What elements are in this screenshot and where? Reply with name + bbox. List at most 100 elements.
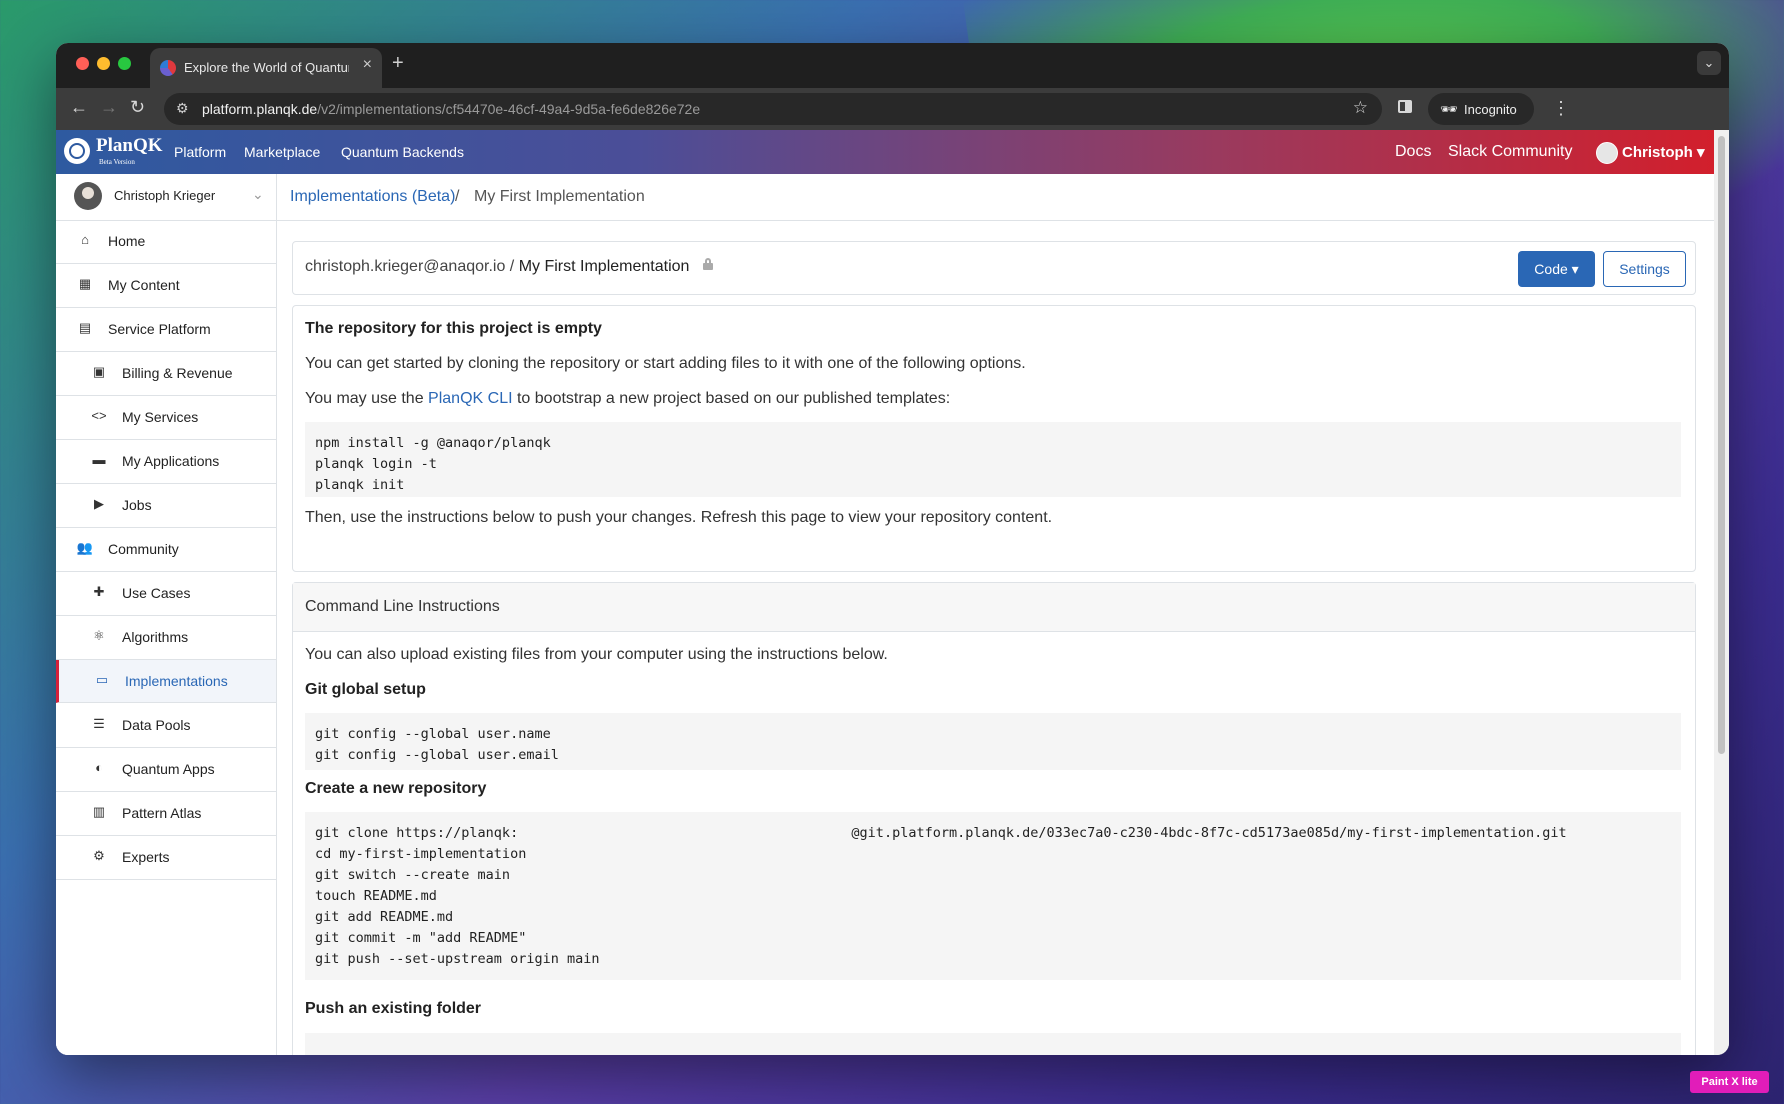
browser-menu-icon[interactable]: ⋮: [1552, 98, 1570, 119]
sidebar-item-my-content[interactable]: ▦ My Content: [56, 264, 276, 308]
sidebar-item-service-platform[interactable]: ▤ Service Platform: [56, 308, 276, 352]
breadcrumb-current: My First Implementation: [474, 188, 645, 205]
new-repo-code-block[interactable]: git clone https://planqk: @git.platform.…: [305, 812, 1681, 980]
sidebar-item-jobs[interactable]: ▶ Jobs: [56, 484, 276, 528]
nav-quantum-backends[interactable]: Quantum Backends: [341, 144, 464, 160]
window-minimize-button[interactable]: [97, 57, 110, 70]
dashboard-icon: ▦: [78, 276, 92, 291]
docs-link[interactable]: Docs: [1395, 143, 1431, 161]
sidebar-item-algorithms[interactable]: ⚛ Algorithms: [56, 616, 276, 660]
empty-repo-intro: You can get started by cloning the repos…: [305, 355, 1026, 372]
reload-icon[interactable]: ↻: [130, 97, 145, 118]
sidebar-item-label: Service Platform: [108, 321, 211, 337]
grid-icon: ▤: [78, 320, 92, 335]
logo-text[interactable]: PlanQK: [96, 135, 163, 157]
code-icon: <>: [91, 408, 107, 423]
app-header: PlanQK Beta Version Platform Marketplace…: [56, 130, 1714, 174]
sidebar-item-home[interactable]: ⌂ Home: [56, 220, 276, 264]
window-close-button[interactable]: [76, 57, 89, 70]
planqk-favicon-icon: [160, 60, 176, 76]
sidebar-item-community[interactable]: 👥 Community: [56, 528, 276, 572]
sidebar-item-my-services[interactable]: <> My Services: [56, 396, 276, 440]
tab-close-icon[interactable]: ×: [363, 56, 372, 74]
sidebar-item-label: Use Cases: [122, 585, 191, 601]
implementation-icon: ▭: [95, 672, 109, 687]
sidebar-item-data-pools[interactable]: ☰ Data Pools: [56, 704, 276, 748]
user-avatar[interactable]: [1596, 142, 1618, 164]
repo-name: My First Implementation: [518, 258, 690, 275]
empty-repo-heading: The repository for this project is empty: [305, 320, 602, 337]
sidebar-item-label: Algorithms: [122, 629, 189, 645]
atom-icon: ⚛: [93, 628, 105, 643]
globe-icon: ◐: [95, 760, 103, 775]
browser-tab[interactable]: Explore the World of Quantum ×: [150, 48, 382, 88]
window-maximize-button[interactable]: [118, 57, 131, 70]
profile-name: Christoph Krieger: [114, 188, 216, 203]
incognito-indicator[interactable]: 🕶 Incognito: [1428, 93, 1534, 125]
forward-icon[interactable]: →: [100, 97, 118, 118]
lock-icon: [703, 258, 713, 270]
code-dropdown-button[interactable]: Code ▾: [1518, 251, 1595, 287]
nav-marketplace[interactable]: Marketplace: [244, 144, 320, 160]
sidebar-item-label: Pattern Atlas: [122, 805, 202, 821]
play-icon: ▶: [94, 496, 104, 511]
sidebar-item-pattern-atlas[interactable]: ▥ Pattern Atlas: [56, 792, 276, 836]
sidebar-item-label: Quantum Apps: [122, 761, 215, 777]
cli-instructions-title: Command Line Instructions: [305, 598, 500, 615]
experts-icon: ⚙: [93, 848, 105, 863]
incognito-label: Incognito: [1464, 102, 1517, 117]
planqk-logo-icon[interactable]: [64, 138, 90, 164]
site-settings-icon[interactable]: ⚙: [176, 100, 189, 117]
existing-folder-heading: Push an existing folder: [305, 1000, 482, 1017]
paint-x-lite-badge: Paint X lite: [1690, 1071, 1769, 1093]
tab-search-icon[interactable]: ⌄: [1697, 51, 1721, 75]
browser-toolbar: ← → ↻ ⚙ platform.planqk.de/v2/implementa…: [56, 88, 1729, 130]
sidebar-item-implementations[interactable]: ▭ Implementations: [56, 660, 276, 703]
repo-owner[interactable]: christoph.krieger@anaqor.io: [305, 258, 505, 275]
profile-switcher[interactable]: Christoph Krieger ⌄: [56, 174, 276, 221]
planqk-cli-link[interactable]: PlanQK CLI: [428, 390, 512, 407]
people-icon: 👥: [76, 540, 94, 555]
bookmark-star-icon[interactable]: ☆: [1353, 98, 1368, 118]
cli-hint: You may use the PlanQK CLI to bootstrap …: [305, 390, 951, 407]
sidebar-item-label: My Services: [122, 409, 199, 425]
chevron-down-icon[interactable]: ⌄: [252, 186, 264, 203]
existing-folder-code-block[interactable]: [305, 1033, 1681, 1055]
settings-button[interactable]: Settings: [1603, 251, 1686, 287]
database-icon: ☰: [93, 716, 105, 731]
sidebar-item-label: My Content: [108, 277, 180, 293]
wallet-icon: ▣: [92, 364, 106, 379]
slack-community-link[interactable]: Slack Community: [1448, 143, 1572, 161]
briefcase-icon: ▬: [92, 452, 106, 467]
home-icon: ⌂: [81, 232, 89, 247]
new-repo-heading: Create a new repository: [305, 780, 487, 797]
sidebar-item-use-cases[interactable]: ✚ Use Cases: [56, 572, 276, 616]
page-viewport: PlanQK Beta Version Platform Marketplace…: [56, 130, 1714, 1055]
sidebar-item-label: My Applications: [122, 453, 220, 469]
address-bar[interactable]: ⚙ platform.planqk.de/v2/implementations/…: [164, 93, 1382, 125]
git-global-heading: Git global setup: [305, 681, 426, 698]
incognito-icon: 🕶: [1440, 101, 1458, 117]
sidebar-item-quantum-apps[interactable]: ◐ Quantum Apps: [56, 748, 276, 792]
sidebar-item-label: Data Pools: [122, 717, 191, 733]
nav-platform[interactable]: Platform: [174, 144, 226, 160]
tab-strip: Explore the World of Quantum × + ⌄: [56, 43, 1729, 88]
logo-subtitle: Beta Version: [99, 158, 135, 166]
breadcrumb-implementations-link[interactable]: Implementations (Beta): [290, 188, 455, 206]
repo-path: christoph.krieger@anaqor.io / My First I…: [305, 258, 690, 275]
repo-header-card: christoph.krieger@anaqor.io / My First I…: [292, 241, 1696, 295]
page-scrollbar[interactable]: [1714, 130, 1729, 1055]
side-panel-icon[interactable]: [1398, 100, 1412, 113]
back-icon[interactable]: ←: [70, 97, 88, 118]
sidebar-item-billing-revenue[interactable]: ▣ Billing & Revenue: [56, 352, 276, 396]
avatar: [74, 182, 102, 210]
sidebar-item-label: Experts: [122, 849, 170, 865]
sidebar-item-experts[interactable]: ⚙ Experts: [56, 836, 276, 880]
sidebar-item-my-applications[interactable]: ▬ My Applications: [56, 440, 276, 484]
user-menu[interactable]: Christoph ▾: [1622, 143, 1705, 161]
cli-code-block[interactable]: npm install -g @anaqor/planqk planqk log…: [305, 422, 1681, 497]
new-tab-icon[interactable]: +: [392, 52, 404, 75]
sidebar: Christoph Krieger ⌄ ⌂ Home ▦ My Content …: [56, 174, 277, 1055]
git-global-code-block[interactable]: git config --global user.name git config…: [305, 713, 1681, 770]
scrollbar-thumb[interactable]: [1718, 136, 1725, 754]
